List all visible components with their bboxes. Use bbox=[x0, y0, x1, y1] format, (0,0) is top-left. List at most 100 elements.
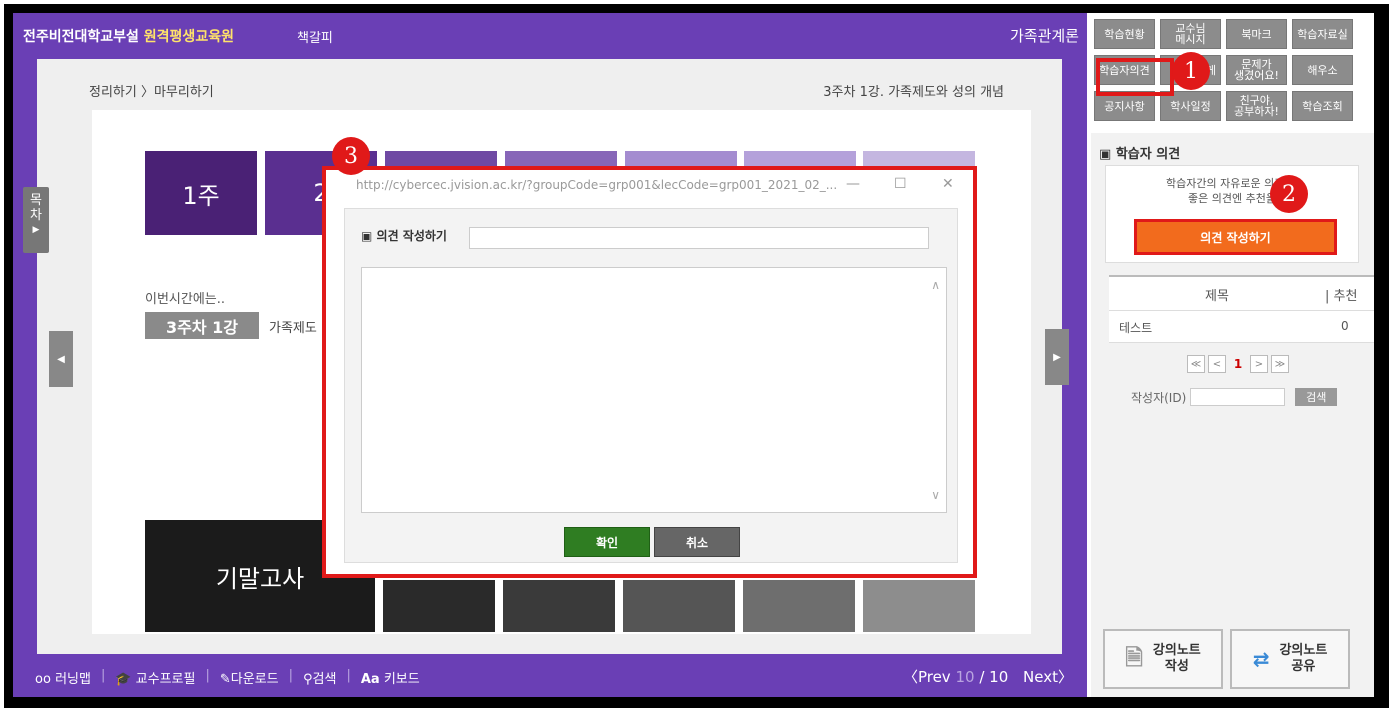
learning-map-link[interactable]: oo 러닝맵 bbox=[35, 668, 91, 687]
search-link[interactable]: ⚲검색 bbox=[303, 668, 336, 687]
exam-tile-6[interactable] bbox=[863, 580, 975, 632]
institution-name: 전주비전대학교부설 원격평생교육원 bbox=[23, 26, 234, 46]
tool-links: oo 러닝맵 | 🎓 교수프로필 | ✎다운로드 | ⚲검색 | Aa 키보드 bbox=[35, 668, 420, 687]
search-label: 검색 bbox=[312, 672, 337, 687]
prev-page-link[interactable]: 〈Prev bbox=[903, 668, 951, 686]
opinion-table-header: 제목 | 추천 bbox=[1109, 275, 1374, 311]
toc-tab[interactable]: 목 차 ▶ bbox=[23, 187, 49, 253]
bottom-toolbar: oo 러닝맵 | 🎓 교수프로필 | ✎다운로드 | ⚲검색 | Aa 키보드 … bbox=[13, 657, 1087, 697]
share-note-label: 강의노트 공유 bbox=[1279, 643, 1328, 674]
author-search: 작성자(ID) 검색 bbox=[1131, 388, 1338, 406]
bookmark-button[interactable]: 북마크 bbox=[1226, 19, 1287, 49]
scroll-down-icon[interactable]: ∨ bbox=[931, 488, 940, 502]
bookmark-link[interactable]: 책갈피 bbox=[297, 27, 333, 46]
exam-tile-3[interactable] bbox=[503, 580, 615, 632]
maximize-icon[interactable]: ☐ bbox=[894, 176, 907, 192]
confirm-button[interactable]: 확인 bbox=[564, 527, 650, 557]
write-note-button[interactable]: 🗎 강의노트 작성 bbox=[1103, 629, 1223, 689]
form-label: ▣ 의견 작성하기 bbox=[361, 227, 447, 244]
popup-body: ▣ 의견 작성하기 ∧ ∨ 확인 취소 bbox=[344, 208, 958, 563]
exam-tile-4[interactable] bbox=[623, 580, 735, 632]
materials-button[interactable]: 학습자료실 bbox=[1292, 19, 1353, 49]
author-search-button[interactable]: 검색 bbox=[1295, 388, 1338, 406]
share-note-button[interactable]: ⇄ 강의노트 공유 bbox=[1230, 629, 1350, 689]
author-label: 작성자(ID) bbox=[1131, 390, 1187, 405]
right-sidebar: 학습현황 교수님 메시지 북마크 학습자료실 학습자의견 게 문제가 생겼어요!… bbox=[1091, 13, 1374, 697]
week-topic: 가족제도 bbox=[269, 321, 317, 336]
highlight-box-1 bbox=[1096, 58, 1174, 96]
separator: | bbox=[288, 668, 294, 683]
table-row[interactable]: 테스트 0 bbox=[1109, 311, 1374, 343]
bullet-icon: ▣ bbox=[361, 229, 373, 243]
separator: | bbox=[346, 668, 351, 683]
week-badge: 3주차 1강 bbox=[145, 312, 259, 339]
download-link[interactable]: ✎다운로드 bbox=[220, 668, 279, 687]
total-pages: / 10 bbox=[979, 668, 1009, 686]
problem-report-button[interactable]: 문제가 생겼어요! bbox=[1226, 55, 1287, 85]
triangle-right-icon: ▶ bbox=[1053, 351, 1061, 363]
marker-1: 1 bbox=[1172, 52, 1210, 90]
professor-message-button[interactable]: 교수님 메시지 bbox=[1160, 19, 1221, 49]
keyboard-link[interactable]: Aa 키보드 bbox=[361, 668, 420, 687]
triangle-left-icon: ◀ bbox=[57, 353, 65, 365]
next-slide-arrow[interactable]: ▶ bbox=[1045, 329, 1069, 385]
page-navigation: 〈Prev 10 / 10 Next〉 bbox=[903, 666, 1073, 687]
learner-opinion-panel: ▣ 학습자 의견 학습자간의 자유로운 의견 고 좋은 의견엔 추천을 의견 작… bbox=[1091, 133, 1374, 697]
restroom-button[interactable]: 해우소 bbox=[1292, 55, 1353, 85]
author-input[interactable] bbox=[1190, 388, 1286, 406]
download-label: 다운로드 bbox=[230, 672, 279, 687]
panel-title: ▣ 학습자 의견 bbox=[1099, 143, 1180, 162]
current-page: 10 bbox=[955, 668, 975, 686]
col-recommend: | 추천 bbox=[1325, 289, 1358, 304]
graduation-cap-icon: 🎓 bbox=[115, 672, 132, 687]
row-recommend-count: 0 bbox=[1341, 319, 1349, 333]
learning-map-label: 러닝맵 bbox=[55, 672, 91, 687]
last-page-button[interactable]: ≫ bbox=[1271, 355, 1289, 373]
exam-tile-5[interactable] bbox=[743, 580, 855, 632]
minimize-icon[interactable]: — bbox=[846, 176, 860, 192]
week-tile-1[interactable]: 1주 bbox=[145, 151, 257, 235]
scroll-up-icon[interactable]: ∧ bbox=[931, 278, 940, 292]
form-label-text: 의견 작성하기 bbox=[376, 229, 447, 243]
first-page-button[interactable]: ≪ bbox=[1187, 355, 1205, 373]
toc-tab-label: 목 차 bbox=[30, 193, 42, 223]
triangle-right-icon: ▶ bbox=[32, 225, 40, 235]
popup-url: http://cybercec.jvision.ac.kr/?groupCode… bbox=[356, 178, 838, 192]
write-note-label: 강의노트 작성 bbox=[1152, 643, 1201, 674]
separator: | bbox=[100, 668, 106, 683]
opinion-content-textarea[interactable]: ∧ ∨ bbox=[361, 267, 947, 513]
panel-title-text: 학습자 의견 bbox=[1115, 147, 1181, 162]
keyboard-label: 키보드 bbox=[383, 672, 420, 687]
course-title: 가족관계론 bbox=[1009, 27, 1079, 45]
prev-page-button[interactable]: < bbox=[1208, 355, 1226, 373]
glasses-icon: oo bbox=[35, 672, 51, 687]
next-page-link[interactable]: Next〉 bbox=[1023, 668, 1073, 686]
study-lookup-button[interactable]: 학습조회 bbox=[1292, 91, 1353, 121]
marker-2: 2 bbox=[1270, 175, 1308, 213]
feather-icon: ✎ bbox=[219, 672, 231, 687]
pagination: ≪ < 1 > ≫ bbox=[1187, 355, 1289, 373]
org-name: 전주비전대학교부설 bbox=[23, 29, 139, 45]
marker-3: 3 bbox=[332, 137, 370, 175]
separator: | bbox=[205, 668, 210, 683]
close-icon[interactable]: ✕ bbox=[942, 176, 954, 192]
study-together-button[interactable]: 친구야, 공부하자! bbox=[1226, 91, 1287, 121]
intro-text: 이번시간에는.. bbox=[145, 292, 226, 307]
opinion-title-input[interactable] bbox=[469, 227, 929, 249]
prev-slide-arrow[interactable]: ◀ bbox=[49, 331, 73, 387]
prof-profile-label: 교수프로필 bbox=[135, 672, 196, 687]
font-size-icon: Aa bbox=[360, 672, 380, 687]
professor-profile-link[interactable]: 🎓 교수프로필 bbox=[115, 668, 195, 687]
exam-tile-2[interactable] bbox=[383, 580, 495, 632]
learning-status-button[interactable]: 학습현황 bbox=[1094, 19, 1155, 49]
next-page-button[interactable]: > bbox=[1250, 355, 1268, 373]
page-number[interactable]: 1 bbox=[1229, 355, 1247, 373]
breadcrumb: 정리하기 〉마무리하기 bbox=[89, 85, 214, 100]
write-opinion-button[interactable]: 의견 작성하기 bbox=[1134, 219, 1337, 255]
row-title[interactable]: 테스트 bbox=[1119, 319, 1152, 336]
lesson-title: 3주차 1강. 가족제도와 성의 개념 bbox=[823, 85, 1004, 100]
cancel-button[interactable]: 취소 bbox=[654, 527, 740, 557]
org-highlight: 원격평생교육원 bbox=[143, 29, 234, 45]
opinion-popup-window: http://cybercec.jvision.ac.kr/?groupCode… bbox=[322, 166, 977, 578]
bullet-icon: ▣ bbox=[1099, 147, 1112, 162]
